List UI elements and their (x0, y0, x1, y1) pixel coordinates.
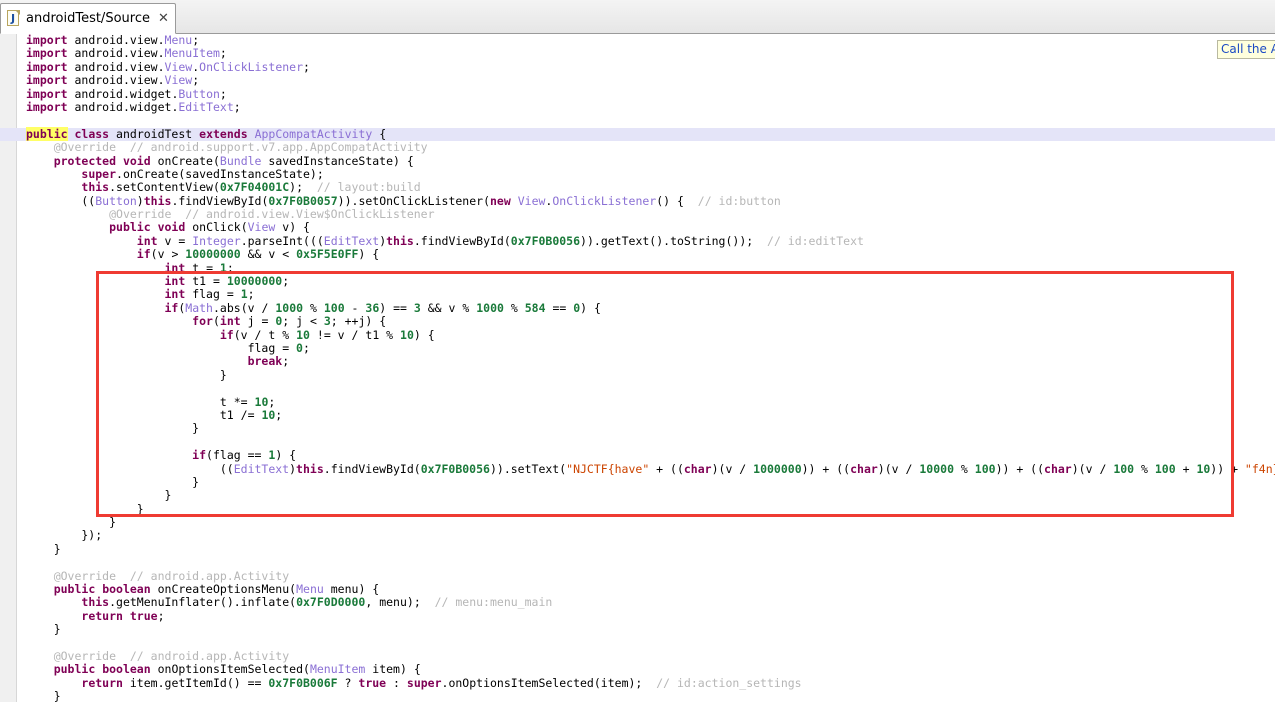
code-line: } (26, 488, 172, 503)
code-line: } (26, 622, 61, 637)
code-line: int v = Integer.parseInt(((EditText)this… (136, 233, 864, 248)
code-line: } (26, 421, 200, 436)
code-line: t1 /= 10; (219, 407, 283, 422)
code-line: import android.view.View; (26, 73, 200, 88)
code-line: @Override // android.app.Activity (53, 648, 290, 663)
code-line: @Override // android.app.Activity (53, 568, 290, 583)
code-line: } (26, 501, 144, 516)
tab-android-test-source[interactable]: J androidTest/Source ✕ (0, 3, 176, 34)
source-code-view[interactable]: import android.view.Menu; import android.… (0, 34, 1275, 702)
code-line: ((EditText)this.findViewById(0x7F0B0056)… (26, 461, 1275, 476)
code-line: import android.view.MenuItem; (26, 46, 227, 61)
code-editor[interactable]: import android.view.Menu; import android.… (0, 34, 1275, 702)
code-line: return true; (81, 608, 165, 623)
code-line: import android.widget.EditText; (26, 99, 241, 114)
code-line: } (26, 367, 227, 382)
code-line: public class androidTest extends AppComp… (0, 126, 1275, 142)
tab-bar-background (0, 0, 1275, 33)
code-line: if(Math.abs(v / 1000 % 100 - 36) == 3 &&… (164, 300, 601, 315)
code-line: this.getMenuInflater().inflate(0x7F0D000… (81, 595, 553, 610)
code-line: } (26, 474, 200, 489)
code-line: public boolean onCreateOptionsMenu(Menu … (53, 582, 380, 597)
code-line: t *= 10; (219, 394, 276, 409)
code-line: @Override // android.view.View$OnClickLi… (109, 207, 435, 222)
code-line: public void onClick(View v) { (109, 220, 310, 235)
code-line: } (26, 689, 61, 702)
code-line: protected void onCreate(Bundle savedInst… (53, 153, 414, 168)
java-file-icon: J (6, 10, 21, 27)
code-line: } (26, 515, 117, 530)
code-line: int flag = 1; (164, 287, 255, 302)
code-line: @Override // android.support.v7.app.AppC… (53, 140, 428, 155)
code-line: if(v > 10000000 && v < 0x5F5E0FF) { (136, 247, 380, 262)
code-line: for(int j = 0; j < 3; ++j) { (192, 314, 387, 329)
code-line: ((Button)this.findViewById(0x7F0B0057)).… (26, 193, 781, 208)
code-line: int t1 = 10000000; (164, 274, 290, 289)
code-line: int t = 1; (164, 260, 234, 275)
close-icon[interactable]: ✕ (158, 12, 169, 25)
hint-tooltip: Call the A (1217, 40, 1275, 59)
code-line: this.setContentView(0x7F04001C); // layo… (81, 180, 421, 195)
code-line: }); (26, 528, 103, 543)
tab-label: androidTest/Source (26, 11, 150, 26)
code-line: flag = 0; (247, 340, 310, 355)
code-line: return item.getItemId() == 0x7F0B006F ? … (81, 675, 802, 690)
code-line: import android.view.View.OnClickListener… (26, 59, 310, 74)
code-line: public boolean onOptionsItemSelected(Men… (53, 662, 421, 677)
tab-bar: J androidTest/Source ✕ (0, 0, 1275, 34)
code-line: import android.widget.Button; (26, 86, 227, 101)
code-line: if(v / t % 10 != v / t1 % 10) { (219, 327, 435, 342)
code-line: if(flag == 1) { (192, 448, 297, 463)
code-line: break; (247, 354, 290, 369)
code-line: import android.view.Menu; (26, 34, 200, 47)
code-line: super.onCreate(savedInstanceState); (81, 166, 324, 181)
code-line: } (26, 541, 61, 556)
